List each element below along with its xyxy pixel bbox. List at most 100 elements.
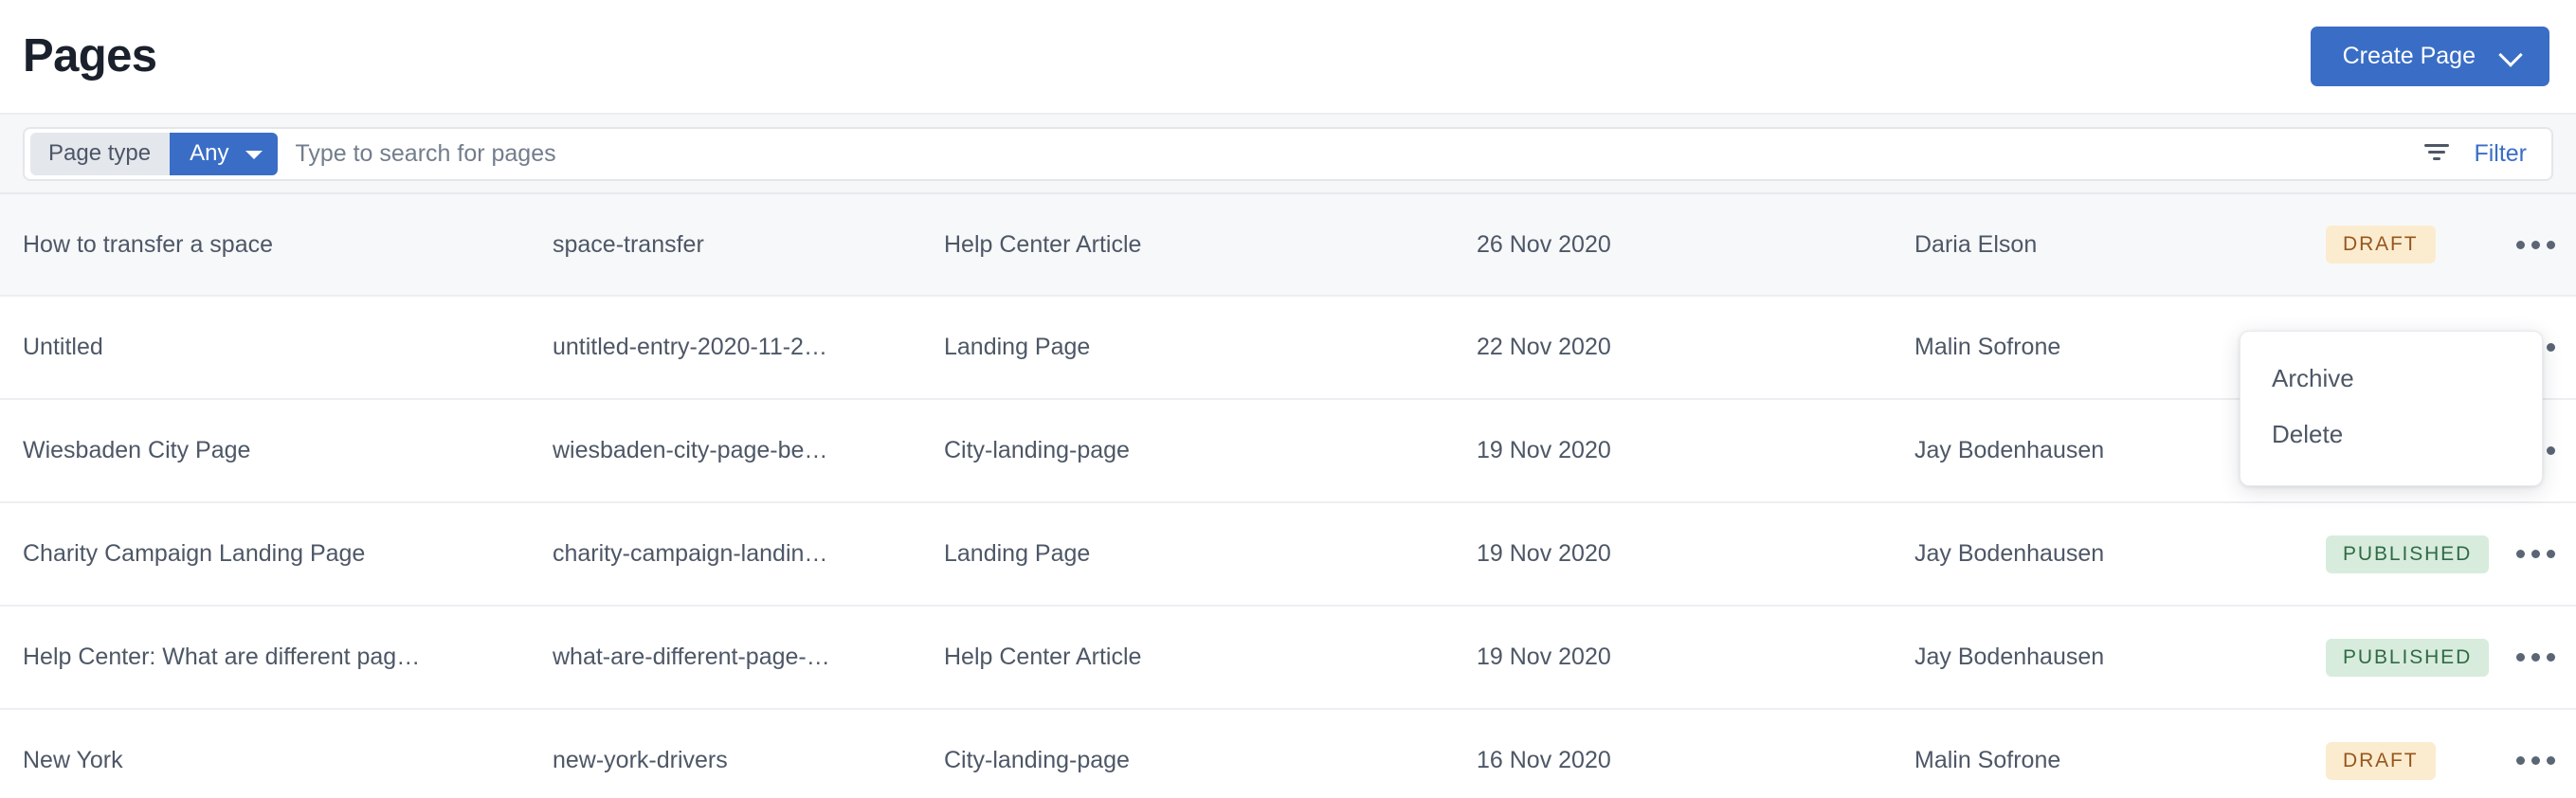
filter-button[interactable]: Filter	[2404, 129, 2551, 179]
row-author: Jay Bodenhausen	[1914, 540, 2294, 568]
row-slug-text: what-are-different-page-…	[553, 644, 830, 670]
row-author: Daria Elson	[1914, 231, 2294, 259]
ellipsis-icon[interactable]	[2509, 542, 2563, 566]
table-row[interactable]: How to transfer a space space-transfer Hel…	[0, 194, 2576, 297]
status-badge: DRAFT	[2326, 226, 2436, 263]
status-badge: PUBLISHED	[2326, 535, 2490, 573]
row-date-text: 19 Nov 2020	[1477, 540, 1611, 567]
row-title: How to transfer a space	[0, 231, 553, 259]
row-status-cell: DRAFT	[2294, 226, 2494, 263]
pages-table: How to transfer a space space-transfer Hel…	[0, 194, 2576, 798]
row-title: Wiesbaden City Page	[0, 437, 553, 464]
chevron-down-icon	[2500, 45, 2521, 65]
row-title-text: Help Center: What are different pag…	[23, 644, 421, 670]
row-slug: new-york-drivers	[553, 747, 944, 774]
filter-icon	[2422, 141, 2451, 167]
row-title: Help Center: What are different pag…	[0, 644, 553, 671]
row-slug-text: untitled-entry-2020-11-2…	[553, 334, 827, 360]
table-row[interactable]: Untitled untitled-entry-2020-11-2… Landing…	[0, 297, 2576, 400]
ellipsis-icon[interactable]	[2509, 645, 2563, 669]
table-row[interactable]: Help Center: What are different pag… what…	[0, 607, 2576, 710]
row-status-cell: PUBLISHED	[2294, 638, 2494, 677]
ellipsis-icon[interactable]	[2509, 233, 2563, 257]
row-author-text: Malin Sofrone	[1914, 747, 2061, 773]
row-page-type-text: Landing Page	[944, 334, 1091, 360]
row-title-text: How to transfer a space	[23, 230, 274, 258]
page-type-filter-chip[interactable]: Page type Any	[30, 132, 279, 175]
row-page-type-text: Help Center Article	[944, 644, 1142, 670]
row-date: 16 Nov 2020	[1477, 747, 1914, 774]
row-date-text: 16 Nov 2020	[1477, 747, 1611, 773]
ellipsis-icon[interactable]	[2509, 749, 2563, 772]
row-author-text: Malin Sofrone	[1914, 334, 2061, 360]
row-author: Malin Sofrone	[1914, 747, 2294, 774]
row-author: Malin Sofrone	[1914, 334, 2294, 361]
row-date-text: 26 Nov 2020	[1477, 230, 1611, 258]
row-slug: charity-campaign-landin…	[553, 540, 944, 568]
row-slug-text: new-york-drivers	[553, 747, 728, 773]
row-author-text: Daria Elson	[1914, 230, 2038, 258]
row-actions-cell	[2494, 542, 2576, 566]
row-title: New York	[0, 747, 553, 774]
table-row[interactable]: New York new-york-drivers City-landing-pag…	[0, 710, 2576, 798]
row-slug: space-transfer	[553, 231, 944, 259]
row-context-menu: Archive Delete	[2240, 331, 2543, 486]
row-date: 22 Nov 2020	[1477, 334, 1914, 361]
row-page-type: City-landing-page	[944, 747, 1477, 774]
status-badge: PUBLISHED	[2326, 638, 2490, 677]
menu-item-delete[interactable]: Delete	[2240, 407, 2542, 462]
row-title-text: Charity Campaign Landing Page	[23, 540, 366, 567]
row-date: 26 Nov 2020	[1477, 231, 1914, 259]
row-title: Charity Campaign Landing Page	[0, 540, 553, 568]
row-date-text: 22 Nov 2020	[1477, 334, 1611, 360]
row-title-text: Untitled	[23, 334, 103, 360]
row-author: Jay Bodenhausen	[1914, 644, 2294, 671]
row-title-text: Wiesbaden City Page	[23, 437, 251, 463]
row-slug-text: wiesbaden-city-page-be…	[553, 437, 828, 463]
row-page-type-text: Help Center Article	[944, 230, 1142, 258]
row-status-cell: PUBLISHED	[2294, 535, 2494, 573]
page-type-chip-value[interactable]: Any	[170, 132, 279, 175]
row-page-type: Landing Page	[944, 540, 1477, 568]
row-page-type: Help Center Article	[944, 231, 1477, 259]
row-slug: what-are-different-page-…	[553, 644, 944, 671]
search-input[interactable]	[278, 128, 2404, 179]
page-type-chip-label: Page type	[30, 132, 171, 175]
row-title-text: New York	[23, 747, 123, 773]
filter-bar: Page type Any Filter	[0, 115, 2576, 194]
row-date: 19 Nov 2020	[1477, 540, 1914, 568]
row-slug-text: charity-campaign-landin…	[553, 540, 828, 567]
row-date: 19 Nov 2020	[1477, 437, 1914, 464]
row-page-type: Landing Page	[944, 334, 1477, 361]
row-slug-text: space-transfer	[553, 230, 704, 258]
row-slug: wiesbaden-city-page-be…	[553, 437, 944, 464]
row-page-type-text: Landing Page	[944, 540, 1091, 567]
pages-screen: Pages Create Page Page type Any Type to …	[0, 0, 2576, 798]
status-badge: DRAFT	[2326, 741, 2436, 780]
create-page-button[interactable]: Create Page	[2310, 27, 2549, 86]
row-author: Jay Bodenhausen	[1914, 437, 2294, 464]
row-page-type-text: City-landing-page	[944, 437, 1130, 463]
row-title: Untitled	[0, 334, 553, 361]
table-row[interactable]: Charity Campaign Landing Page charity-cam…	[0, 503, 2576, 607]
row-author-text: Jay Bodenhausen	[1914, 540, 2105, 567]
filter-button-label: Filter	[2474, 139, 2527, 167]
row-author-text: Jay Bodenhausen	[1914, 644, 2105, 670]
row-date: 19 Nov 2020	[1477, 644, 1914, 671]
create-page-label: Create Page	[2342, 43, 2476, 69]
menu-item-archive[interactable]: Archive	[2240, 351, 2542, 407]
row-actions-cell	[2494, 749, 2576, 772]
row-page-type: City-landing-page	[944, 437, 1477, 464]
page-type-chip-value-label: Any	[190, 140, 229, 166]
row-actions-cell	[2494, 645, 2576, 669]
page-title: Pages	[23, 30, 157, 82]
table-row[interactable]: Wiesbaden City Page wiesbaden-city-page-b…	[0, 400, 2576, 503]
row-date-text: 19 Nov 2020	[1477, 644, 1611, 670]
row-date-text: 19 Nov 2020	[1477, 437, 1611, 463]
page-header: Pages Create Page	[0, 0, 2576, 115]
row-author-text: Jay Bodenhausen	[1914, 437, 2105, 463]
row-status-cell: DRAFT	[2294, 741, 2494, 780]
row-page-type: Help Center Article	[944, 644, 1477, 671]
row-page-type-text: City-landing-page	[944, 747, 1130, 773]
row-actions-cell	[2494, 233, 2576, 257]
